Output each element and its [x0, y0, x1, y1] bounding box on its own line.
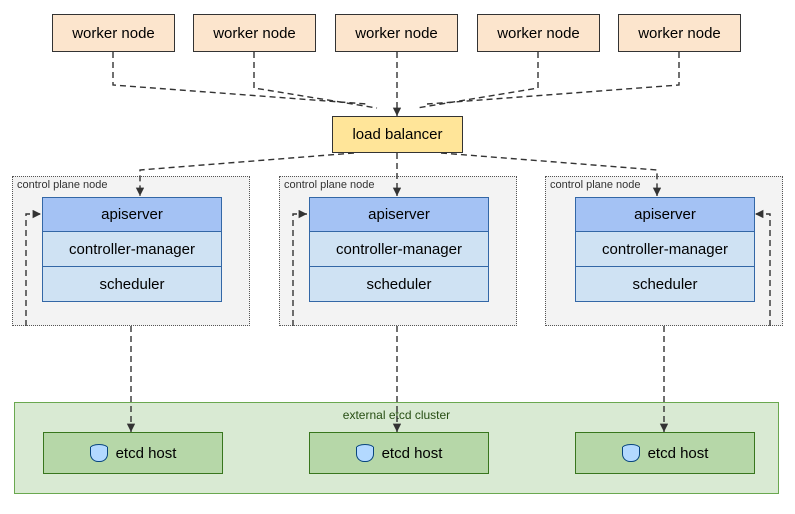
apiserver-box: apiserver	[42, 197, 222, 232]
etcd-host-label: etcd host	[648, 445, 709, 462]
cp-component-stack: apiserver controller-manager scheduler	[309, 197, 489, 302]
worker-node: worker node	[193, 14, 316, 52]
worker-label: worker node	[72, 25, 155, 42]
etcd-host-label: etcd host	[116, 445, 177, 462]
scheduler-box: scheduler	[42, 267, 222, 302]
apiserver-box: apiserver	[309, 197, 489, 232]
controller-manager-box: controller-manager	[575, 232, 755, 267]
cp-group-label: control plane node	[17, 179, 108, 191]
database-icon	[356, 444, 372, 462]
etcd-cluster-title: external etcd cluster	[15, 408, 778, 422]
control-plane-node: control plane node apiserver controller-…	[12, 176, 250, 326]
worker-node: worker node	[477, 14, 600, 52]
etcd-host-label: etcd host	[382, 445, 443, 462]
controller-manager-box: controller-manager	[42, 232, 222, 267]
worker-label: worker node	[213, 25, 296, 42]
worker-label: worker node	[355, 25, 438, 42]
cp-component-stack: apiserver controller-manager scheduler	[42, 197, 222, 302]
worker-label: worker node	[497, 25, 580, 42]
cp-group-label: control plane node	[284, 179, 375, 191]
database-icon	[622, 444, 638, 462]
etcd-host: etcd host	[575, 432, 755, 474]
load-balancer: load balancer	[332, 116, 463, 153]
controller-manager-box: controller-manager	[309, 232, 489, 267]
worker-node: worker node	[52, 14, 175, 52]
lb-label: load balancer	[352, 126, 442, 143]
worker-label: worker node	[638, 25, 721, 42]
worker-node: worker node	[335, 14, 458, 52]
cp-group-label: control plane node	[550, 179, 641, 191]
scheduler-box: scheduler	[575, 267, 755, 302]
apiserver-box: apiserver	[575, 197, 755, 232]
cp-component-stack: apiserver controller-manager scheduler	[575, 197, 755, 302]
database-icon	[90, 444, 106, 462]
scheduler-box: scheduler	[309, 267, 489, 302]
etcd-host: etcd host	[309, 432, 489, 474]
architecture-diagram: worker node worker node worker node work…	[0, 0, 795, 514]
etcd-host: etcd host	[43, 432, 223, 474]
worker-node: worker node	[618, 14, 741, 52]
control-plane-node: control plane node apiserver controller-…	[279, 176, 517, 326]
control-plane-node: control plane node apiserver controller-…	[545, 176, 783, 326]
